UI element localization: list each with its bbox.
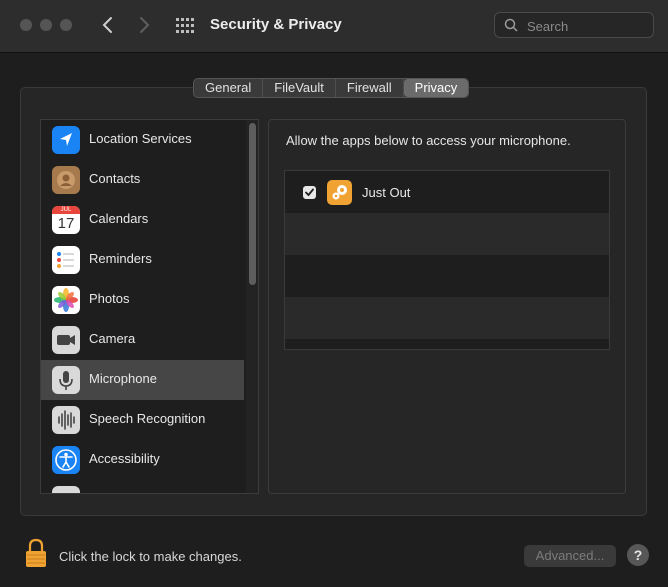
sidebar-item-label: Accessibility — [89, 451, 160, 466]
sidebar-item-label: Location Services — [89, 131, 192, 146]
sidebar-item-camera[interactable]: Camera — [41, 320, 244, 360]
tab-privacy[interactable]: Privacy — [403, 79, 469, 97]
search-field[interactable] — [494, 12, 654, 38]
search-icon — [504, 18, 518, 32]
microphone-icon — [52, 366, 80, 394]
lock-button[interactable] — [25, 538, 47, 568]
sidebar-item-microphone[interactable]: Microphone — [41, 360, 244, 400]
panel-description: Allow the apps below to access your micr… — [286, 133, 571, 148]
app-list[interactable]: Just Out — [284, 170, 610, 350]
privacy-category-list[interactable]: Location Services Contacts JUL 17 Calend… — [40, 119, 259, 494]
sidebar-item-label: Calendars — [89, 211, 149, 226]
window-title: Security & Privacy — [210, 16, 342, 33]
minimize-window-button[interactable] — [40, 19, 52, 31]
forward-button[interactable] — [133, 14, 155, 36]
list-item-empty — [285, 213, 609, 255]
speech-waveform-icon — [52, 406, 80, 434]
camera-icon — [52, 326, 80, 354]
sidebar-item-reminders[interactable]: Reminders — [41, 240, 244, 280]
reminders-icon — [52, 246, 80, 274]
sidebar-item-label: Photos — [89, 291, 130, 306]
gears-app-icon — [327, 180, 352, 205]
search-input[interactable] — [525, 17, 649, 35]
sidebar-item-label: Camera — [89, 331, 136, 346]
list-item-empty — [285, 297, 609, 339]
lock-message: Click the lock to make changes. — [59, 549, 242, 564]
checkmark-icon — [305, 188, 314, 197]
sidebar-item-calendars[interactable]: JUL 17 Calendars — [41, 200, 244, 240]
sidebar-item-photos[interactable]: Photos — [41, 280, 244, 320]
tab-firewall[interactable]: Firewall — [336, 79, 404, 97]
photos-icon — [52, 286, 80, 314]
sidebar-item-speech-recognition[interactable]: Speech Recognition — [41, 400, 244, 440]
list-item-empty — [285, 255, 609, 297]
calendar-month: JUL — [52, 206, 80, 214]
sidebar-item-label: Contacts — [89, 171, 141, 186]
accessibility-icon — [52, 446, 80, 474]
calendar-day: 17 — [57, 215, 75, 232]
close-window-button[interactable] — [20, 19, 32, 31]
app-access-checkbox[interactable] — [303, 186, 316, 199]
sidebar-item-location-services[interactable]: Location Services — [41, 120, 244, 160]
advanced-button[interactable]: Advanced... — [524, 545, 616, 567]
app-name: Just Out — [362, 185, 411, 200]
lock-icon — [26, 538, 46, 567]
calendar-icon: JUL 17 — [52, 206, 80, 234]
tab-general[interactable]: General — [194, 79, 264, 97]
help-button[interactable]: ? — [627, 544, 649, 566]
back-button[interactable] — [97, 14, 119, 36]
sidebar-item-accessibility[interactable]: Accessibility — [41, 440, 244, 480]
sidebar-item-label: Reminders — [89, 251, 152, 266]
sidebar-item-partial — [41, 480, 244, 493]
partial-item-icon — [52, 486, 80, 493]
sidebar-item-contacts[interactable]: Contacts — [41, 160, 244, 200]
scrollbar-thumb[interactable] — [249, 123, 256, 285]
zoom-window-button[interactable] — [60, 19, 72, 31]
chevron-left-icon — [102, 17, 112, 33]
tab-bar: General FileVault Firewall Privacy — [193, 78, 470, 98]
sidebar-item-label: Speech Recognition — [89, 411, 206, 426]
list-item-just-out[interactable]: Just Out — [285, 171, 609, 213]
sidebar-scrollbar[interactable] — [246, 120, 258, 493]
contacts-icon — [52, 166, 80, 194]
title-bar: Security & Privacy — [0, 0, 668, 53]
sidebar-item-label: Microphone — [89, 371, 157, 386]
chevron-right-icon — [140, 17, 150, 33]
show-all-grid-icon[interactable] — [176, 17, 194, 35]
tab-filevault[interactable]: FileVault — [263, 79, 336, 97]
location-arrow-icon — [52, 126, 80, 154]
list-item-empty — [285, 339, 609, 349]
